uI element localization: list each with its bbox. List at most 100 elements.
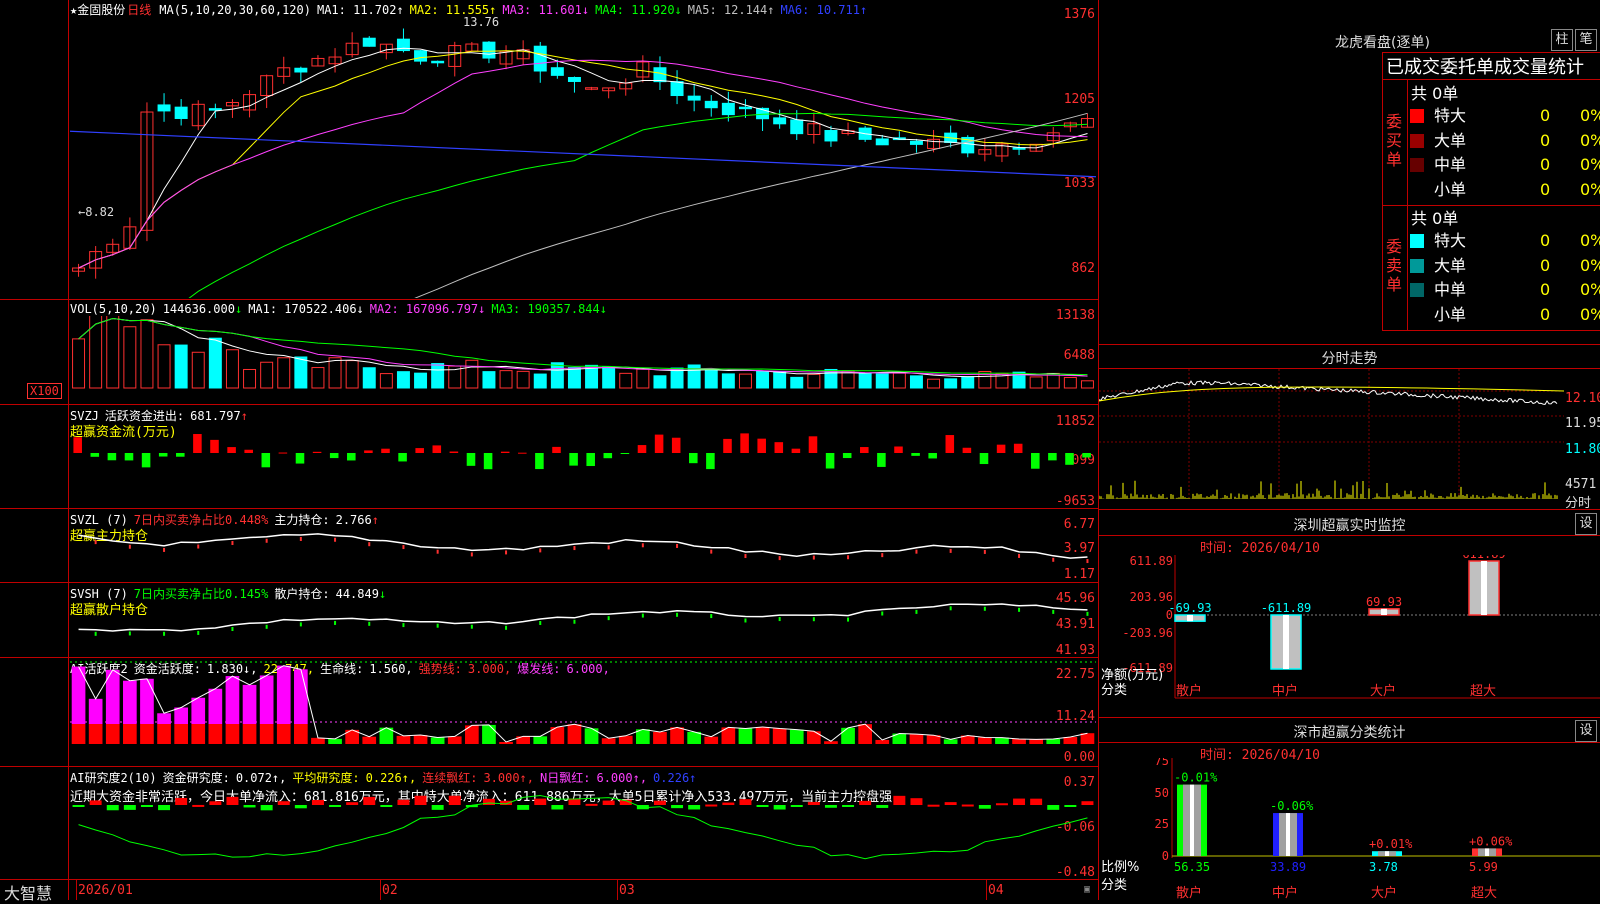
order-stat-row: 中单 0 0% [1410, 153, 1600, 177]
candle-body [174, 106, 188, 119]
flow-bar [261, 453, 271, 468]
activity-bar [1046, 738, 1061, 744]
activity-bar [396, 735, 411, 744]
flow-bar [244, 449, 253, 453]
research-bar [824, 805, 837, 808]
activity-bar [225, 724, 240, 744]
ma-line [70, 130, 1096, 178]
bar-view-button[interactable]: 柱 [1551, 29, 1573, 51]
tick-mark [983, 549, 986, 554]
fenshi-y-tick: 12.10 [1565, 391, 1600, 406]
candle-body [790, 119, 804, 135]
tick-mark [1018, 553, 1021, 558]
activity-bar [738, 728, 753, 744]
flow-bar [791, 448, 801, 453]
tick-mark [812, 555, 815, 560]
activity-bar [789, 729, 804, 744]
order-count: 0 [1540, 130, 1551, 150]
intraday-chart [1099, 369, 1564, 499]
flow-bar [1082, 453, 1091, 458]
flow-bar [962, 447, 972, 453]
order-ratio: 0% [1580, 304, 1600, 324]
tick-mark [334, 620, 337, 625]
research-bar [414, 795, 427, 805]
monitor-category-label: 大户 [1370, 683, 1396, 699]
tick-view-button[interactable]: 笔 [1575, 29, 1597, 51]
chart-area[interactable]: ★金固股份 日线 MA(5,10,20,30,60,120) MA1: 11.702↑… [0, 0, 1099, 903]
research-bar [123, 805, 136, 810]
flow-bar [107, 453, 117, 461]
volume-bar [533, 373, 547, 389]
tick-mark [607, 616, 610, 621]
sz-class-settings-button[interactable]: 设 [1575, 720, 1597, 742]
flow-bar [483, 453, 493, 470]
activity-bar [533, 736, 548, 744]
flow-bar [671, 437, 681, 453]
activity-bar [242, 684, 257, 724]
flow-bar [586, 453, 595, 467]
research-bar [192, 804, 205, 807]
tick-mark [505, 625, 508, 630]
svzl-chart [78, 533, 1089, 564]
flow-bar [552, 446, 561, 453]
research-bar [1081, 801, 1094, 805]
fenshi-y-tick: 11.95 [1565, 416, 1600, 431]
research-bar [89, 800, 102, 805]
volume-bar [1063, 376, 1077, 389]
flow-bar [860, 447, 869, 453]
tick-mark [641, 543, 644, 548]
flow-bar [124, 453, 134, 461]
research-bar [978, 805, 991, 809]
color-swatch [1410, 283, 1424, 297]
candle-body [670, 81, 684, 97]
activity-bar [259, 675, 274, 724]
activity-bar [174, 707, 188, 724]
volume-bar [909, 375, 923, 389]
volume-bar [653, 375, 667, 389]
tick-mark [163, 547, 166, 552]
candle-body [157, 104, 171, 112]
ma-legend-item: MA3: 11.601↓ [502, 3, 590, 17]
activity-bar [601, 738, 616, 744]
flow-bar [535, 453, 544, 470]
research-bar [363, 796, 376, 805]
activity-bar [978, 737, 992, 744]
vol-ma-legend-item: MA3: 190357.844↓ [491, 302, 607, 316]
flow-bar [449, 451, 459, 453]
tick-mark [573, 619, 576, 624]
class-y-tick: 75 [1155, 758, 1169, 768]
volume-bar [260, 361, 274, 389]
volume-bar [89, 316, 103, 389]
activity-bar [123, 724, 137, 744]
volume-bar [379, 373, 393, 389]
tick-mark [402, 623, 405, 628]
color-swatch [1410, 109, 1424, 123]
tick-mark [368, 542, 371, 547]
volume-bar [243, 368, 257, 389]
research-bar [551, 805, 564, 810]
sz-monitor-settings-button[interactable]: 设 [1575, 513, 1597, 535]
vol-ma-line [78, 317, 1088, 377]
flow-bar [1048, 453, 1057, 461]
lhb-title: 龙虎看盘(逐单) [1335, 35, 1430, 51]
vol-arrow: ↓ [234, 302, 243, 316]
research-bar [243, 805, 256, 808]
monitor-value-label: -69.93 [1168, 601, 1211, 615]
candle-body [824, 130, 838, 142]
candle-body [909, 140, 923, 145]
flow-bar [295, 453, 305, 464]
research-bar [260, 805, 273, 811]
flow-bar [518, 452, 527, 454]
tick-mark [744, 618, 747, 623]
candle-body [482, 41, 496, 59]
activity-bar [259, 724, 274, 744]
ma-line [414, 112, 1088, 298]
monitor-y-label: 净额(万元) [1101, 668, 1163, 683]
lock-icon[interactable]: ▣ [1084, 884, 1090, 895]
order-type-label: 特大 [1434, 231, 1467, 250]
monitor-y-tick: 611.89 [1130, 555, 1173, 568]
candle-body [875, 138, 889, 146]
flow-bar [877, 453, 886, 467]
volume-bar [704, 369, 718, 389]
monitor-value-label: -611.89 [1261, 601, 1312, 615]
